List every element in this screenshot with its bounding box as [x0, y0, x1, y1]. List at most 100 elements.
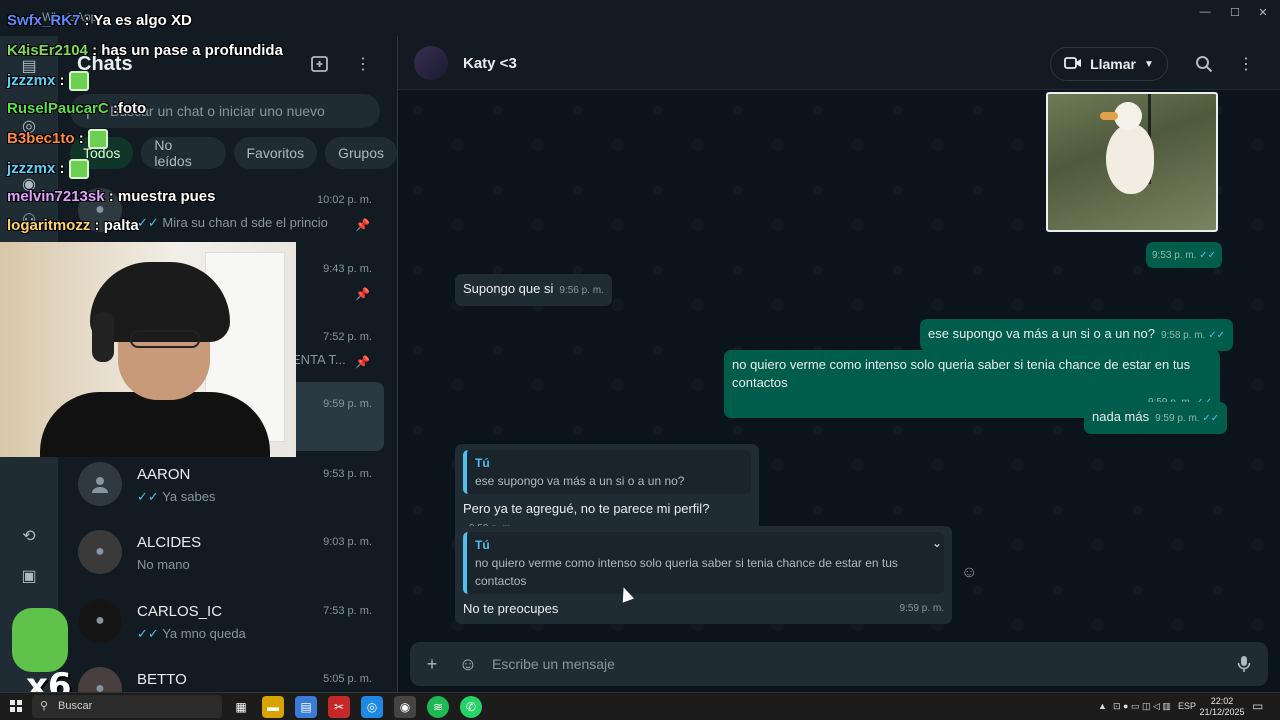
obs-icon[interactable]: ◉ — [394, 696, 416, 718]
stream-chat-line: melvin7213sk : muestra pues — [7, 188, 216, 205]
pin-icon: 📌 — [355, 355, 370, 369]
message-text: Supongo que si — [463, 281, 554, 296]
chat-name: BETTO — [137, 671, 187, 688]
capcut-icon[interactable]: ✂ — [328, 696, 350, 718]
chat-name: AARON — [137, 466, 191, 483]
sticker-emoji-icon[interactable]: ☺ — [456, 652, 480, 676]
avatar: ● — [78, 599, 122, 643]
avatar: ● — [78, 667, 122, 692]
pin-icon: 📌 — [355, 218, 370, 232]
message-incoming[interactable]: Supongo que si 9:56 p. m. — [455, 274, 612, 306]
message-input[interactable] — [492, 642, 1192, 686]
message-time: 9:59 p. m. — [1155, 413, 1200, 424]
chat-time: 10:02 p. m. — [316, 194, 372, 206]
message-composer: + ☺ — [410, 642, 1268, 686]
new-chat-icon[interactable] — [308, 52, 332, 76]
image-timestamp: 9:53 p. m. ✓✓ — [1146, 242, 1223, 268]
search-icon: ⚲ — [40, 700, 49, 712]
contact-avatar[interactable] — [414, 46, 448, 80]
microphone-icon[interactable] — [1232, 652, 1256, 676]
emote-combo-badge: x6 — [8, 608, 74, 706]
quote-author: Tú — [475, 456, 490, 470]
meta-ai-icon[interactable]: ⟲ — [17, 524, 41, 548]
quote-text: no quiero verme como intenso solo queria… — [475, 556, 898, 588]
read-ticks-icon: ✓✓ — [137, 489, 159, 504]
stream-chat-line: K4isEr2104 : has un pase a profundida — [7, 42, 283, 59]
notifications-icon[interactable]: ▭ — [1252, 699, 1263, 713]
stream-chat-line: logaritmozz : palta — [7, 217, 139, 234]
filter-groups[interactable]: Grupos — [325, 137, 397, 169]
chat-list-item[interactable]: ● ALCIDES 9:03 p. m. No mano — [62, 520, 384, 589]
taskbar-clock[interactable]: 22:02 21/12/2025 — [1198, 696, 1246, 718]
default-avatar-icon — [78, 462, 122, 506]
message-text: nada más — [1092, 409, 1150, 424]
chat-time: 9:03 p. m. — [323, 536, 372, 548]
windows-taskbar: ⚲ Buscar ▦ ▬ ▤ ✂ ◎ ◉ ≋ ✆ ▲ ⊡ ● ▭ ◫ ◁ ▥ E… — [0, 692, 1280, 720]
stream-chat-line: B3bec1to : — [7, 129, 108, 149]
attach-plus-icon[interactable]: + — [420, 652, 444, 676]
message-options-chevron-icon[interactable]: ⌄ — [932, 534, 942, 552]
stream-chat-line: Swfx_RK7 : Ya es algo XD — [7, 12, 192, 29]
chat-preview: ✓✓ Ya mno queda — [137, 626, 246, 641]
chat-time: 5:05 p. m. — [323, 673, 372, 685]
message-incoming-reply[interactable]: Tú no quiero verme como intenso solo que… — [455, 526, 952, 624]
file-explorer-icon[interactable]: ▬ — [262, 696, 284, 718]
taskbar-search-label: Buscar — [58, 700, 93, 712]
read-ticks-icon: ✓✓ — [1199, 250, 1217, 261]
emote-icon — [68, 71, 89, 91]
image-message[interactable] — [1046, 92, 1218, 232]
video-call-icon — [1064, 56, 1082, 73]
language-indicator[interactable]: ESP — [1178, 701, 1196, 711]
read-ticks-icon: ✓✓ — [1202, 413, 1220, 424]
stream-chat-line: jzzzmx : — [7, 71, 89, 91]
chat-time: 7:53 p. m. — [323, 605, 372, 617]
chat-time: 9:43 p. m. — [323, 263, 372, 275]
chat-list-item[interactable]: AARON 9:53 p. m. ✓✓ Ya sabes — [62, 452, 384, 521]
quoted-message[interactable]: Tú no quiero verme como intenso solo que… — [463, 532, 944, 594]
stream-chat-line: jzzzmx : — [7, 159, 89, 179]
menu-kebab-icon[interactable]: ⋮ — [351, 52, 375, 76]
chat-name: ALCIDES — [137, 534, 202, 551]
conversation-header[interactable]: Katy <3 Llamar ▼ ⋮ — [398, 36, 1280, 90]
spotify-icon[interactable]: ≋ — [427, 696, 449, 718]
minimize-icon[interactable]: — — [1188, 2, 1222, 22]
avatar: ● — [78, 530, 122, 574]
taskbar-search[interactable]: ⚲ Buscar — [32, 695, 222, 718]
chat-list-item[interactable]: ● BETTO 5:05 p. m. — [62, 657, 384, 692]
message-text: ese supongo va más a un si o a un no? — [928, 326, 1155, 341]
notes-app-icon[interactable]: ▤ — [295, 696, 317, 718]
pin-icon: 📌 — [355, 287, 370, 301]
quoted-message[interactable]: Tú ese supongo va más a un si o a un no? — [463, 450, 751, 494]
message-text: Pero ya te agregué, no te parece mi perf… — [463, 501, 710, 516]
tray-chevron-icon[interactable]: ▲ — [1098, 701, 1107, 711]
emote-icon — [68, 159, 89, 179]
menu-kebab-icon[interactable]: ⋮ — [1234, 52, 1258, 76]
message-text: No te preocupes — [463, 601, 559, 616]
message-time: 9:58 p. m. — [1160, 330, 1206, 341]
chat-time: 9:59 p. m. — [323, 398, 372, 410]
message-outgoing[interactable]: ese supongo va más a un si o a un no? 9:5… — [920, 319, 1233, 351]
chat-list-item[interactable]: ● CARLOS_IC 7:53 p. m. ✓✓ Ya mno queda — [62, 589, 384, 658]
message-time: 9:56 p. m. — [559, 285, 604, 296]
message-outgoing[interactable]: nada más 9:59 p. m. ✓✓ — [1084, 402, 1228, 434]
contact-name[interactable]: Katy <3 — [463, 55, 517, 72]
message-text: no quiero verme como intenso solo queria… — [732, 357, 1191, 390]
conversation-panel: Katy <3 Llamar ▼ ⋮ 9:53 p. m. ✓✓ Supongo — [398, 36, 1280, 692]
task-view-icon[interactable]: ▦ — [230, 696, 252, 718]
chat-time: 7:52 p. m. — [323, 331, 372, 343]
stream-chat-line: RuselPaucarC :foto — [7, 100, 147, 117]
search-icon[interactable] — [1192, 52, 1216, 76]
read-ticks-icon: ✓✓ — [137, 626, 159, 641]
react-emoji-icon[interactable]: ☺ — [961, 564, 977, 582]
quote-text: ese supongo va más a un si o a un no? — [475, 474, 685, 488]
chat-preview: ✓✓ Ya sabes — [137, 489, 216, 504]
media-icon[interactable]: ▣ — [17, 564, 41, 588]
whatsapp-icon[interactable]: ✆ — [460, 696, 482, 718]
tray-icons[interactable]: ⊡ ● ▭ ◫ ◁ ▥ — [1113, 701, 1171, 712]
call-button[interactable]: Llamar ▼ — [1050, 47, 1168, 81]
webcam-overlay — [0, 242, 296, 457]
chrome-icon[interactable]: ◎ — [361, 696, 383, 718]
windows-start-icon[interactable] — [10, 700, 22, 712]
message-time: 9:59 p. m. — [899, 603, 944, 614]
close-icon[interactable]: ✕ — [1246, 2, 1280, 22]
